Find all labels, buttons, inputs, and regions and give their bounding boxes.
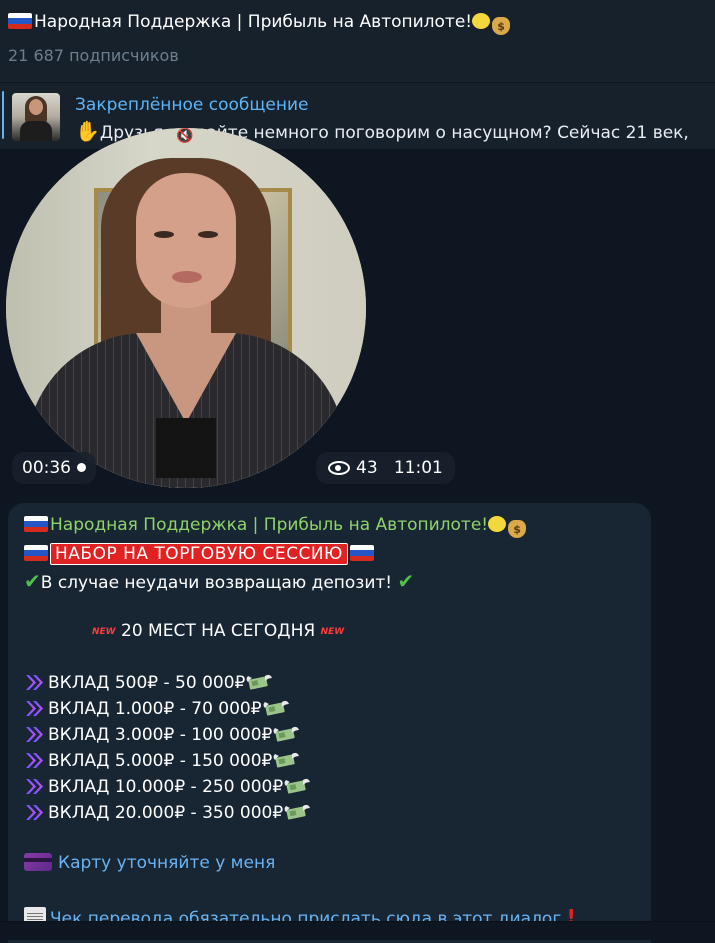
money-with-wings-icon bbox=[262, 699, 290, 717]
post-author-row[interactable]: Народная Поддержка | Прибыль на Автопило… bbox=[24, 515, 527, 538]
deposit-row: ВКЛАД 10.000₽ - 250 000₽ bbox=[24, 777, 311, 797]
muted-speaker-icon[interactable]: 🔇 bbox=[176, 128, 193, 144]
deposit-text: ВКЛАД 10.000₽ - 250 000₽ bbox=[48, 777, 284, 797]
deposit-row: ВКЛАД 3.000₽ - 100 000₽ bbox=[24, 725, 300, 745]
bottom-divider bbox=[0, 921, 715, 940]
new-badge-icon: NEW bbox=[320, 627, 345, 637]
headline-banner: НАБОР НА ТОРГОВУЮ СЕССИЮ bbox=[50, 543, 348, 565]
lemon-icon bbox=[472, 13, 491, 29]
refund-row: ✔В случае неудачи возвращаю депозит! ✔ bbox=[24, 569, 414, 593]
money-bag-icon: $ bbox=[492, 17, 511, 35]
russia-flag-icon bbox=[24, 516, 48, 532]
double-chevron-icon bbox=[24, 804, 46, 821]
deposit-text: ВКЛАД 3.000₽ - 100 000₽ bbox=[48, 725, 273, 745]
card-link[interactable]: Карту уточняйте у меня bbox=[58, 853, 275, 873]
message-time: 11:01 bbox=[393, 458, 443, 478]
russia-flag-icon bbox=[24, 545, 48, 561]
deposit-row: ВКЛАД 20.000₽ - 350 000₽ bbox=[24, 803, 311, 823]
pinned-title: Закреплённое сообщение bbox=[75, 95, 309, 115]
check-mark-icon: ✔ bbox=[397, 569, 415, 593]
card-row[interactable]: Карту уточняйте у меня bbox=[24, 853, 275, 873]
deposit-row: ВКЛАД 500₽ - 50 000₽ bbox=[24, 673, 273, 693]
money-with-wings-icon bbox=[272, 751, 300, 769]
credit-card-icon bbox=[24, 853, 52, 871]
money-with-wings-icon bbox=[283, 803, 311, 821]
double-chevron-icon bbox=[24, 700, 46, 717]
message-bubble[interactable]: Народная Поддержка | Прибыль на Автопило… bbox=[8, 503, 651, 943]
russia-flag-icon bbox=[8, 13, 32, 29]
deposit-text: ВКЛАД 20.000₽ - 350 000₽ bbox=[48, 803, 284, 823]
check-mark-icon: ✔ bbox=[24, 569, 41, 593]
new-badge-icon: NEW bbox=[92, 627, 116, 637]
views-eye-icon bbox=[328, 461, 350, 475]
places-row: NEW 20 МЕСТ НА СЕГОДНЯ NEW bbox=[92, 621, 344, 641]
video-duration: 00:36 bbox=[12, 452, 96, 484]
channel-title-row[interactable]: Народная Поддержка | Прибыль на Автопило… bbox=[8, 12, 511, 35]
deposit-text: ВКЛАД 500₽ - 50 000₽ bbox=[48, 673, 246, 693]
deposit-row: ВКЛАД 5.000₽ - 150 000₽ bbox=[24, 751, 300, 771]
money-with-wings-icon bbox=[272, 725, 300, 743]
video-message[interactable]: 🔇 00:36 43 11:01 bbox=[6, 128, 455, 488]
refund-text: В случае неудачи возвращаю депозит! bbox=[40, 573, 393, 593]
double-chevron-icon bbox=[24, 726, 46, 743]
message-meta: 43 11:01 bbox=[316, 452, 455, 484]
lemon-icon bbox=[488, 516, 507, 532]
unplayed-dot-icon bbox=[77, 463, 86, 472]
post-author[interactable]: Народная Поддержка | Прибыль на Автопило… bbox=[50, 515, 488, 535]
places-text: 20 МЕСТ НА СЕГОДНЯ bbox=[121, 621, 316, 641]
pinned-indicator bbox=[2, 91, 4, 139]
view-count: 43 bbox=[356, 458, 378, 478]
deposit-row: ВКЛАД 1.000₽ - 70 000₽ bbox=[24, 699, 290, 719]
money-bag-icon: $ bbox=[508, 520, 527, 538]
channel-title: Народная Поддержка | Прибыль на Автопило… bbox=[34, 12, 473, 32]
deposit-text: ВКЛАД 5.000₽ - 150 000₽ bbox=[48, 751, 273, 771]
russia-flag-icon bbox=[349, 545, 374, 561]
duration-text: 00:36 bbox=[22, 458, 71, 478]
double-chevron-icon bbox=[24, 674, 46, 691]
headline-row: НАБОР НА ТОРГОВУЮ СЕССИЮ bbox=[24, 543, 376, 565]
channel-header[interactable]: Народная Поддержка | Прибыль на Автопило… bbox=[0, 0, 715, 82]
video-thumbnail[interactable]: 🔇 bbox=[6, 128, 366, 488]
double-chevron-icon bbox=[24, 752, 46, 769]
money-with-wings-icon bbox=[283, 777, 311, 795]
double-chevron-icon bbox=[24, 778, 46, 795]
money-with-wings-icon bbox=[245, 673, 273, 691]
deposit-text: ВКЛАД 1.000₽ - 70 000₽ bbox=[48, 699, 262, 719]
subscriber-count: 21 687 подписчиков bbox=[8, 46, 179, 65]
